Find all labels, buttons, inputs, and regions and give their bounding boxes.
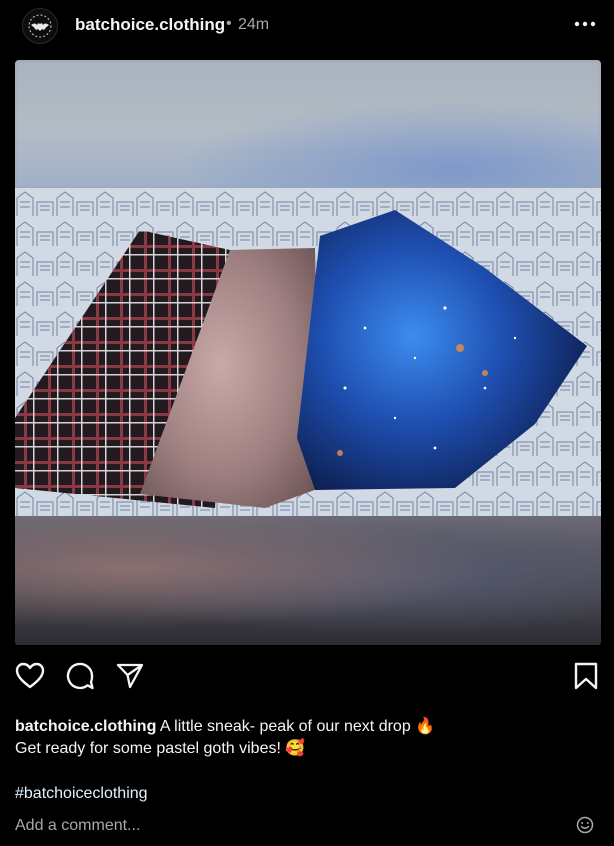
emoji-button[interactable]	[576, 816, 596, 836]
post-caption: batchoice.clothing A little sneak- peak …	[15, 716, 600, 760]
caption-username[interactable]: batchoice.clothing	[15, 718, 156, 735]
like-button[interactable]	[14, 660, 46, 692]
caption-text-line-2: Get ready for some pastel goth vibes! 🥰	[15, 740, 306, 757]
more-horizontal-icon	[574, 21, 596, 27]
skirts-photo	[15, 188, 601, 516]
separator-dot: •	[226, 15, 232, 32]
heart-icon	[15, 662, 45, 689]
more-options-button[interactable]	[570, 12, 600, 36]
save-button[interactable]	[570, 660, 602, 692]
bat-logo-icon	[28, 14, 52, 38]
paper-plane-icon	[116, 663, 144, 689]
comment-button[interactable]	[64, 660, 96, 692]
caption-hashtag[interactable]: #batchoiceclothing	[15, 785, 148, 803]
smiley-icon	[576, 816, 594, 834]
comment-bubble-icon	[66, 662, 94, 690]
post-header: batchoice.clothing • 24m	[0, 0, 614, 52]
caption-line-1: batchoice.clothing A little sneak- peak …	[15, 716, 600, 738]
add-comment-row	[15, 814, 600, 838]
comment-input[interactable]	[15, 814, 565, 838]
caption-text-line-1: A little sneak- peak of our next drop 🔥	[159, 718, 436, 735]
blurred-background-top	[15, 60, 601, 188]
post-username[interactable]: batchoice.clothing	[75, 15, 225, 35]
blurred-background-bottom	[15, 516, 601, 645]
post-actions	[0, 654, 614, 698]
post-time: 24m	[238, 16, 270, 33]
bookmark-icon	[574, 662, 598, 690]
share-button[interactable]	[114, 660, 146, 692]
post-image[interactable]	[15, 60, 601, 645]
avatar[interactable]	[22, 8, 58, 44]
